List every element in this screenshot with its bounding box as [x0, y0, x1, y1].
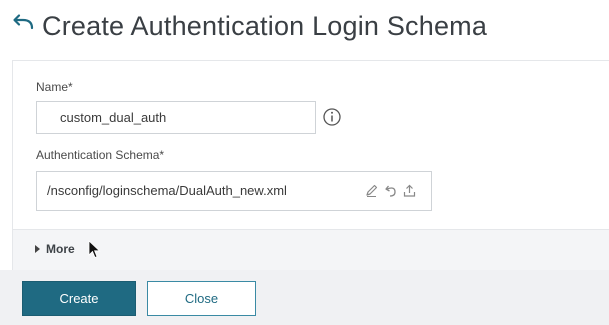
info-icon[interactable] — [322, 107, 342, 127]
back-arrow-icon[interactable] — [10, 13, 36, 39]
more-label: More — [46, 242, 75, 256]
more-section: More — [13, 229, 609, 270]
edit-icon[interactable] — [364, 183, 379, 198]
schema-label: Authentication Schema* — [36, 148, 165, 162]
close-button[interactable]: Close — [147, 281, 256, 316]
upload-icon[interactable] — [402, 183, 417, 198]
name-input[interactable]: custom_dual_auth — [36, 101, 316, 134]
schema-field-icons — [364, 183, 417, 198]
name-label: Name* — [36, 80, 73, 94]
mouse-pointer-icon — [88, 240, 101, 259]
schema-input-value: /nsconfig/loginschema/DualAuth_new.xml — [47, 183, 287, 198]
caret-right-icon — [35, 245, 40, 253]
form-footer: Create Close — [0, 270, 609, 325]
schema-input[interactable]: /nsconfig/loginschema/DualAuth_new.xml — [36, 171, 432, 211]
name-input-value: custom_dual_auth — [60, 110, 167, 125]
create-button[interactable]: Create — [22, 281, 136, 316]
page-header: Create Authentication Login Schema — [10, 6, 487, 46]
page-title: Create Authentication Login Schema — [42, 10, 488, 41]
more-toggle[interactable]: More — [35, 242, 75, 256]
undo-icon[interactable] — [383, 183, 398, 198]
